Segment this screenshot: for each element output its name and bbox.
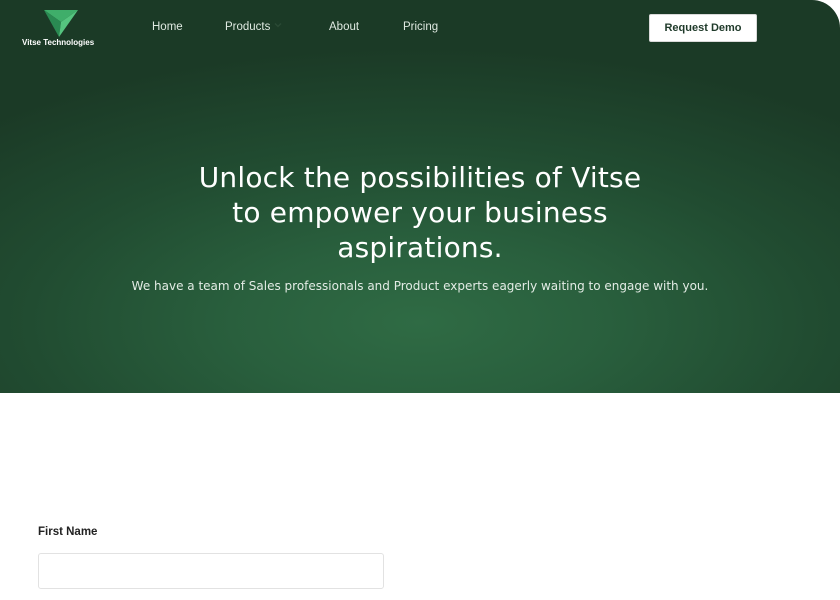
nav-item-home[interactable]: Home bbox=[152, 21, 183, 33]
nav-item-pricing[interactable]: Pricing bbox=[403, 21, 438, 33]
hero-subtitle: We have a team of Sales professionals an… bbox=[131, 279, 709, 293]
hero-section: Vitse Technologies Home Products About P… bbox=[0, 0, 840, 393]
logo-text: Vitse Technologies bbox=[22, 38, 95, 47]
request-demo-button[interactable]: Request Demo bbox=[649, 14, 757, 42]
hero-title-line: aspirations. bbox=[337, 231, 503, 264]
first-name-input[interactable] bbox=[38, 553, 384, 589]
vitse-logo-icon bbox=[44, 10, 78, 37]
logo[interactable]: Vitse Technologies bbox=[22, 8, 102, 50]
chevron-down-icon bbox=[274, 23, 282, 28]
page: Vitse Technologies Home Products About P… bbox=[0, 0, 840, 600]
hero-title-line: Unlock the possibilities of Vitse bbox=[198, 161, 642, 194]
nav-item-products-label: Products bbox=[225, 21, 271, 33]
hero-title: Unlock the possibilities of Vitse to emp… bbox=[150, 160, 690, 265]
hero-title-line: to empower your business bbox=[232, 196, 608, 229]
first-name-label: First Name bbox=[38, 526, 98, 538]
nav-item-about[interactable]: About bbox=[329, 21, 359, 33]
nav-item-products[interactable]: Products bbox=[225, 21, 282, 33]
